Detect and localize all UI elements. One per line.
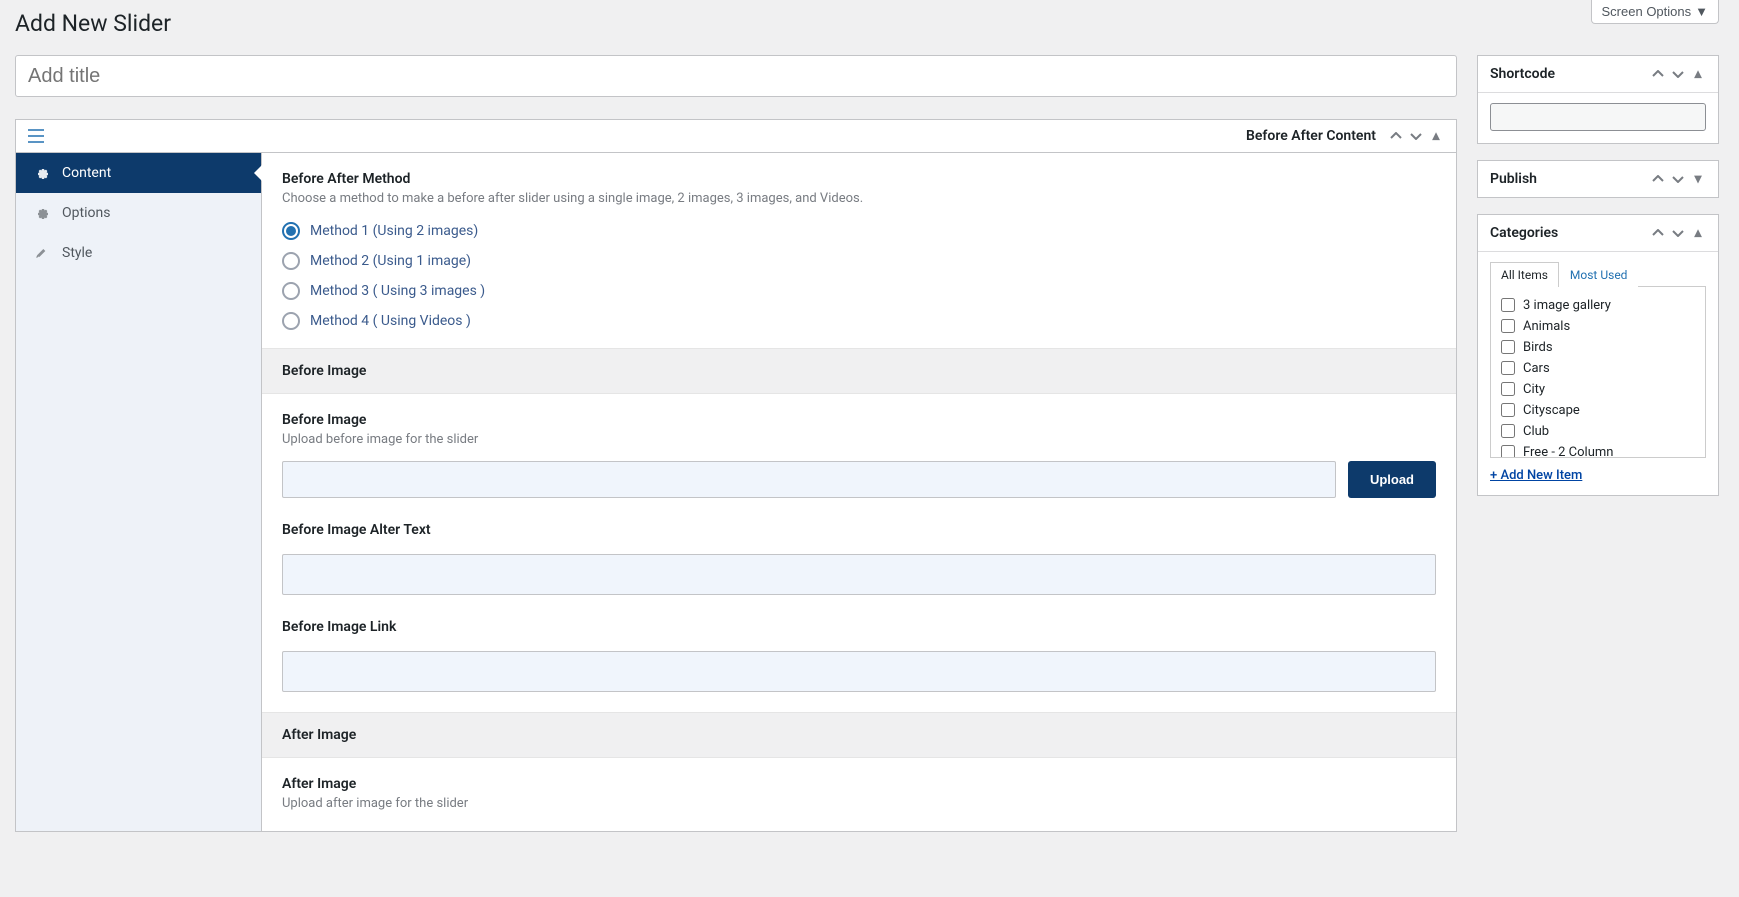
category-checkbox[interactable] — [1501, 403, 1515, 417]
menu-icon[interactable] — [28, 129, 44, 143]
category-label: City — [1523, 382, 1545, 397]
chevron-up-icon[interactable] — [1650, 225, 1666, 241]
before-image-desc: Upload before image for the slider — [282, 432, 1436, 447]
after-image-desc: Upload after image for the slider — [282, 796, 1436, 811]
add-new-category-link[interactable]: + Add New Item — [1490, 468, 1582, 483]
caret-up-icon[interactable]: ▴ — [1428, 128, 1444, 144]
gear-icon — [34, 205, 50, 221]
category-item[interactable]: Birds — [1501, 337, 1695, 358]
category-label: Free - 2 Column — [1523, 445, 1613, 458]
chevron-up-icon[interactable] — [1388, 128, 1404, 144]
categories-postbox: Categories ▴ All Items Most Used 3 image… — [1477, 214, 1719, 496]
chevron-down-icon[interactable] — [1670, 66, 1686, 82]
caret-up-icon[interactable]: ▴ — [1690, 66, 1706, 82]
category-item[interactable]: City — [1501, 379, 1695, 400]
tab-options[interactable]: Options — [16, 193, 261, 233]
radio-icon — [282, 252, 300, 270]
category-list[interactable]: 3 image gallery Animals Birds Cars City … — [1490, 286, 1706, 458]
caret-up-icon[interactable]: ▴ — [1690, 225, 1706, 241]
screen-options-label: Screen Options — [1602, 4, 1692, 19]
category-label: Club — [1523, 424, 1549, 439]
category-item[interactable]: Club — [1501, 421, 1695, 442]
category-item[interactable]: Free - 2 Column — [1501, 442, 1695, 458]
method-option-3[interactable]: Method 3 ( Using 3 images ) — [282, 282, 1436, 300]
category-item[interactable]: 3 image gallery — [1501, 295, 1695, 316]
method-option-1[interactable]: Method 1 (Using 2 images) — [282, 222, 1436, 240]
categories-title: Categories — [1490, 225, 1558, 241]
category-checkbox[interactable] — [1501, 298, 1515, 312]
chevron-down-icon[interactable] — [1408, 128, 1424, 144]
cat-tab-most-used[interactable]: Most Used — [1559, 262, 1639, 287]
publish-title: Publish — [1490, 171, 1537, 187]
chevron-down-icon[interactable] — [1670, 225, 1686, 241]
radio-label: Method 2 (Using 1 image) — [310, 253, 471, 269]
category-label: Cars — [1523, 361, 1550, 376]
cat-tab-all[interactable]: All Items — [1490, 262, 1559, 287]
shortcode-title: Shortcode — [1490, 66, 1555, 82]
radio-label: Method 4 ( Using Videos ) — [310, 313, 471, 329]
category-checkbox[interactable] — [1501, 382, 1515, 396]
screen-options-button[interactable]: Screen Options ▼ — [1591, 0, 1719, 24]
caret-down-icon: ▼ — [1695, 4, 1708, 19]
category-checkbox[interactable] — [1501, 340, 1515, 354]
chevron-up-icon[interactable] — [1650, 171, 1666, 187]
caret-down-icon[interactable]: ▾ — [1690, 171, 1706, 187]
after-image-label: After Image — [282, 776, 1436, 792]
category-checkbox[interactable] — [1501, 424, 1515, 438]
title-input[interactable] — [15, 55, 1457, 97]
method-option-2[interactable]: Method 2 (Using 1 image) — [282, 252, 1436, 270]
before-link-input[interactable] — [282, 651, 1436, 692]
before-image-header: Before Image — [262, 348, 1456, 394]
before-image-input[interactable] — [282, 461, 1336, 498]
category-checkbox[interactable] — [1501, 319, 1515, 333]
metabox-title: Before After Content — [1246, 128, 1376, 144]
shortcode-input[interactable] — [1490, 103, 1706, 131]
category-checkbox[interactable] — [1501, 361, 1515, 375]
page-title: Add New Slider — [0, 0, 1719, 43]
radio-icon — [282, 222, 300, 240]
category-checkbox[interactable] — [1501, 445, 1515, 458]
content-metabox: Before After Content ▴ — [15, 119, 1457, 832]
shortcode-postbox: Shortcode ▴ — [1477, 55, 1719, 144]
radio-icon — [282, 282, 300, 300]
category-item[interactable]: Cars — [1501, 358, 1695, 379]
before-link-label: Before Image Link — [282, 619, 1436, 635]
upload-button[interactable]: Upload — [1348, 461, 1436, 498]
publish-postbox: Publish ▾ — [1477, 160, 1719, 198]
method-desc: Choose a method to make a before after s… — [282, 191, 1436, 206]
chevron-down-icon[interactable] — [1670, 171, 1686, 187]
chevron-up-icon[interactable] — [1650, 66, 1666, 82]
method-title: Before After Method — [282, 171, 1436, 187]
before-image-label: Before Image — [282, 412, 1436, 428]
category-item[interactable]: Cityscape — [1501, 400, 1695, 421]
tab-label: Content — [62, 165, 111, 181]
before-alt-label: Before Image Alter Text — [282, 522, 1436, 538]
settings-tabs: Content Options Style — [16, 153, 262, 831]
category-label: Cityscape — [1523, 403, 1580, 418]
brush-icon — [34, 245, 50, 261]
gear-icon — [34, 165, 50, 181]
method-option-4[interactable]: Method 4 ( Using Videos ) — [282, 312, 1436, 330]
tab-label: Options — [62, 205, 110, 221]
category-label: Animals — [1523, 319, 1570, 334]
tab-label: Style — [62, 245, 92, 261]
radio-label: Method 1 (Using 2 images) — [310, 223, 478, 239]
tab-style[interactable]: Style — [16, 233, 261, 273]
category-label: Birds — [1523, 340, 1553, 355]
category-label: 3 image gallery — [1523, 298, 1611, 313]
before-alt-input[interactable] — [282, 554, 1436, 595]
radio-icon — [282, 312, 300, 330]
category-item[interactable]: Animals — [1501, 316, 1695, 337]
tab-content[interactable]: Content — [16, 153, 261, 193]
after-image-header: After Image — [262, 712, 1456, 758]
radio-label: Method 3 ( Using 3 images ) — [310, 283, 485, 299]
